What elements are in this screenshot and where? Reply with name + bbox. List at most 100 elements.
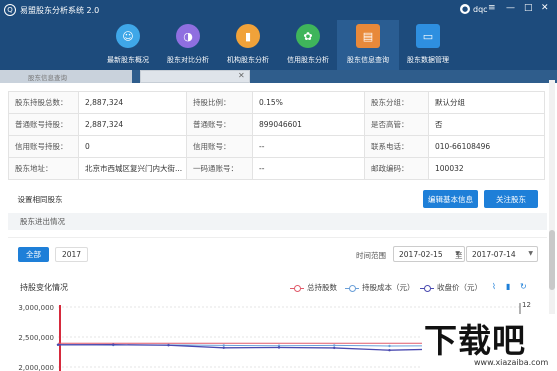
info-value: 2,887,324 [78, 113, 187, 136]
data-point [167, 344, 170, 347]
y2-tick-label: 12 [522, 301, 531, 309]
nav-label: 最新股东概况 [107, 56, 149, 64]
legend-holding-cost[interactable]: 持股成本（元） [345, 282, 415, 293]
data-point [56, 343, 60, 346]
data-point [333, 344, 336, 347]
nav-institution[interactable]: ▮ 机构股东分析 [217, 20, 279, 70]
pie-icon: ◑ [176, 24, 200, 48]
app-title: 易盟股东分析系统 2.0 [20, 5, 100, 15]
end-date-select[interactable]: 2017-07-14 ▼ [466, 246, 538, 262]
chevron-down-icon: ▼ [528, 250, 533, 257]
legend-marker [420, 284, 434, 292]
data-point [388, 344, 391, 348]
document-icon: ▤ [356, 24, 380, 48]
line-chart-icon[interactable]: ⌇ [492, 282, 496, 291]
set-related-shareholder-button[interactable]: 设置相同股东 [12, 190, 68, 208]
start-date-value: 2017-02-15 [399, 249, 443, 259]
monitor-icon: ▭ [416, 24, 440, 48]
nav-label: 信用股东分析 [287, 56, 329, 64]
info-label: 邮政编码： [364, 157, 429, 180]
info-label: 是否高管： [364, 113, 429, 136]
bar-chart-icon[interactable]: ▮ [506, 282, 510, 291]
info-label: 股东分组： [364, 91, 429, 114]
nav-label: 股东数据管理 [407, 56, 449, 64]
tab-close-icon[interactable]: ✕ [238, 71, 245, 80]
info-value: 否 [428, 113, 545, 136]
follow-shareholder-button[interactable]: 关注股东 [484, 190, 538, 208]
data-point [333, 346, 336, 350]
legend-marker [290, 284, 304, 292]
info-label: 普通账号持股： [8, 113, 79, 136]
info-value: 100032 [428, 157, 545, 180]
info-label: 股东持股总数： [8, 91, 79, 114]
data-point [222, 344, 225, 347]
close-icon[interactable]: ✕ [541, 3, 549, 13]
maximize-icon[interactable]: □ [524, 3, 533, 13]
nav-compare[interactable]: ◑ 股东对比分析 [157, 20, 219, 70]
legend-label: 收盘价（元） [437, 283, 482, 292]
nav-credit[interactable]: ✿ 信用股东分析 [277, 20, 339, 70]
info-value: 0 [78, 135, 187, 158]
filter-all-button[interactable]: 全部 [18, 247, 49, 262]
refresh-icon[interactable]: ↻ [520, 282, 527, 291]
chart-title: 持股变化情况 [20, 283, 68, 292]
legend-label: 总持股数 [307, 283, 337, 292]
user-icon: ● [460, 4, 470, 14]
main-nav: ☺ 最新股东概况 ◑ 股东对比分析 ▮ 机构股东分析 ✿ 信用股东分析 ▤ 股东… [0, 20, 557, 70]
y-tick-label: 2,500,000 [18, 334, 54, 342]
menu-icon[interactable]: ≡ [488, 3, 496, 13]
legend-close-price[interactable]: 收盘价（元） [420, 282, 482, 293]
info-label: 信用账号持股： [8, 135, 79, 158]
end-date-value: 2017-07-14 [472, 249, 516, 259]
user-name: dqc [473, 4, 488, 14]
scrollbar-thumb[interactable] [549, 230, 555, 290]
info-value: 0.15% [252, 91, 365, 114]
user-menu[interactable]: ● dqc [460, 4, 488, 14]
group-icon: ✿ [296, 24, 320, 48]
info-value: -- [252, 135, 365, 158]
app-logo-icon: Q [4, 4, 16, 16]
info-label: 信用账号： [186, 135, 253, 158]
section-header: 股东进出情况 [8, 213, 547, 230]
data-point [277, 346, 281, 349]
info-value: 北京市西城区复兴门内大街... [78, 157, 187, 180]
info-row: 普通账号持股： 2,887,324 普通账号： 899046601 是否高管： … [8, 113, 545, 136]
info-label: 普通账号： [186, 113, 253, 136]
divider [8, 237, 547, 238]
tab-blank[interactable] [140, 70, 250, 83]
legend-label: 持股成本（元） [362, 283, 415, 292]
y-tick-label: 2,000,000 [18, 364, 54, 371]
legend-marker [345, 284, 359, 292]
watermark-logo: 下载吧 [424, 321, 526, 360]
people-icon: ☺ [116, 24, 140, 48]
title-bar: Q 易盟股东分析系统 2.0 ● dqc ≡ — □ ✕ [0, 0, 557, 20]
nav-query[interactable]: ▤ 股东信息查询 [337, 20, 399, 70]
minimize-icon[interactable]: — [506, 3, 515, 13]
info-label: 联系电话： [364, 135, 429, 158]
info-value: 010-66108496 [428, 135, 545, 158]
info-label: 股东地址： [8, 157, 79, 180]
legend-total-shares[interactable]: 总持股数 [290, 282, 337, 293]
info-row: 股东持股总数： 2,887,324 持股比例： 0.15% 股东分组： 默认分组 [8, 91, 545, 114]
watermark-url: www.xiazaiba.com [474, 358, 549, 367]
to-label: 至 [455, 251, 463, 260]
info-row: 股东地址： 北京市西城区复兴门内大街... 一码通账号： -- 邮政编码： 10… [8, 157, 545, 180]
data-point [388, 349, 391, 352]
time-range-label: 时间范围 [356, 251, 386, 260]
nav-label: 机构股东分析 [227, 56, 269, 64]
bar-chart-icon: ▮ [236, 24, 260, 48]
y-tick-label: 3,000,000 [18, 304, 54, 312]
nav-latest-overview[interactable]: ☺ 最新股东概况 [97, 20, 159, 70]
data-point [222, 346, 225, 349]
info-value: 899046601 [252, 113, 365, 136]
nav-label: 股东信息查询 [347, 56, 389, 64]
tab-label: 股东信息查询 [28, 73, 67, 82]
nav-label: 股东对比分析 [167, 56, 209, 64]
filter-year-button[interactable]: 2017 [55, 247, 88, 262]
shareholder-info-table: 股东持股总数： 2,887,324 持股比例： 0.15% 股东分组： 默认分组… [8, 91, 545, 180]
info-label: 一码通账号： [186, 157, 253, 180]
info-value: -- [252, 157, 365, 180]
edit-info-button[interactable]: 编辑基本信息 [423, 190, 478, 208]
tab-shareholder-query[interactable]: 股东信息查询 [0, 70, 132, 83]
nav-data-manage[interactable]: ▭ 股东数据管理 [397, 20, 459, 70]
